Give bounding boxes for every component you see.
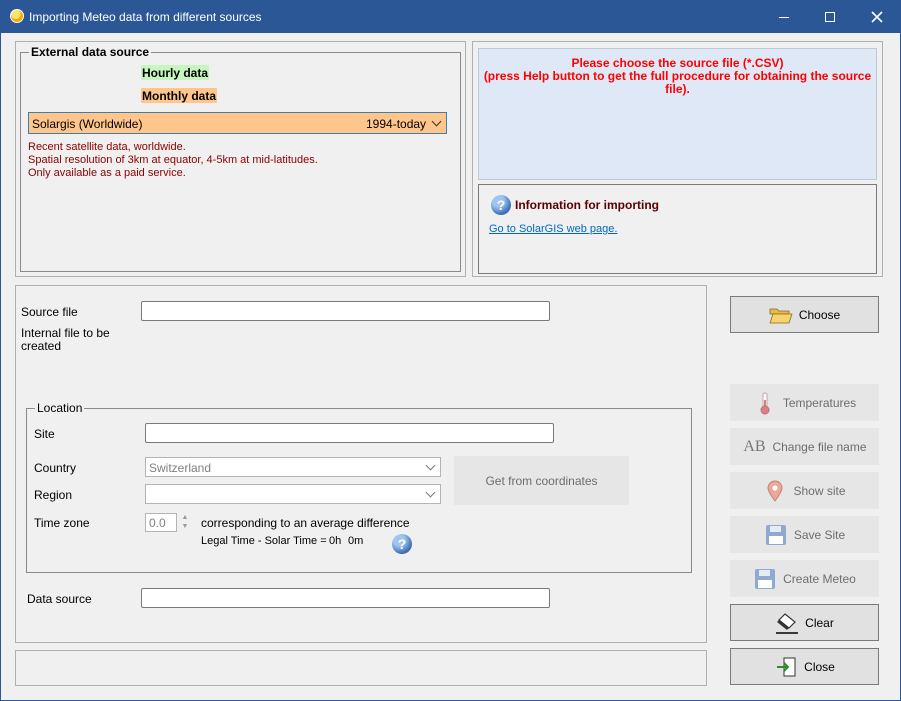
floppy-disk-icon bbox=[753, 567, 777, 591]
timezone-help-icon[interactable]: ? bbox=[392, 534, 412, 554]
exit-door-icon bbox=[774, 655, 798, 679]
timezone-input[interactable]: 0.0 bbox=[145, 513, 177, 532]
timezone-stepper[interactable]: ▲ ▼ bbox=[180, 513, 190, 532]
window-title: Importing Meteo data from different sour… bbox=[29, 10, 262, 24]
source-file-field[interactable] bbox=[141, 301, 550, 321]
legal-time-minutes: 0m bbox=[348, 535, 364, 547]
minimize-icon bbox=[779, 16, 789, 18]
info-message-line-3: file). bbox=[665, 82, 690, 96]
monthly-data-label[interactable]: Monthly data bbox=[141, 88, 217, 103]
source-select-period: 1994-today bbox=[366, 117, 427, 131]
site-label: Site bbox=[34, 427, 55, 441]
map-pin-icon bbox=[763, 479, 787, 503]
create-meteo-button[interactable]: Create Meteo bbox=[730, 560, 879, 597]
internal-file-label-2: created bbox=[21, 339, 62, 353]
stepper-up-icon[interactable]: ▲ bbox=[180, 513, 190, 522]
legal-time-label: Legal Time - Solar Time = bbox=[201, 535, 327, 547]
choose-button[interactable]: Choose bbox=[730, 296, 879, 333]
create-meteo-label: Create Meteo bbox=[783, 571, 856, 586]
region-select[interactable] bbox=[145, 484, 441, 504]
close-icon bbox=[871, 11, 883, 23]
close-button-label: Close bbox=[804, 659, 835, 674]
temperatures-button-label: Temperatures bbox=[782, 395, 857, 410]
save-site-label: Save Site bbox=[793, 527, 846, 542]
source-description-line-2: Spatial resolution of 3km at equator, 4-… bbox=[28, 154, 318, 166]
info-importing-title: Information for importing bbox=[515, 198, 659, 212]
site-field[interactable] bbox=[145, 423, 554, 443]
status-bar bbox=[15, 650, 707, 686]
country-label: Country bbox=[34, 461, 77, 475]
show-site-label: Show site bbox=[793, 483, 846, 498]
maximize-icon bbox=[825, 12, 835, 22]
clear-button[interactable]: Clear bbox=[730, 604, 879, 641]
timezone-label: Time zone bbox=[34, 516, 90, 530]
solargis-link[interactable]: Go to SolarGIS web page. bbox=[489, 223, 617, 235]
data-source-label: Data source bbox=[27, 592, 92, 606]
show-site-button[interactable]: Show site bbox=[730, 472, 879, 509]
legal-time-hours: 0h bbox=[329, 535, 342, 547]
eraser-icon bbox=[775, 611, 799, 635]
text-ab-glyph: AB bbox=[743, 437, 766, 455]
folder-open-icon bbox=[769, 303, 793, 327]
country-select-value: Switzerland bbox=[149, 461, 212, 475]
external-source-legend: External data source bbox=[31, 45, 150, 59]
help-icon[interactable]: ? bbox=[491, 195, 511, 215]
source-description-line-1: Recent satellite data, worldwide. bbox=[28, 141, 186, 153]
location-legend: Location bbox=[37, 401, 83, 415]
clear-button-label: Clear bbox=[805, 615, 834, 630]
import-meteo-window: Importing Meteo data from different sour… bbox=[0, 0, 901, 701]
info-message-box: Please choose the source file (*.CSV) (p… bbox=[478, 48, 877, 180]
avg-difference-text: corresponding to an average difference bbox=[201, 516, 410, 530]
internal-file-label: Internal file to be bbox=[21, 326, 110, 340]
floppy-disk-icon bbox=[764, 523, 788, 547]
temperatures-button[interactable]: Temperatures bbox=[730, 384, 879, 421]
change-file-name-button[interactable]: AB Change file name bbox=[730, 428, 879, 465]
source-file-label: Source file bbox=[21, 305, 78, 319]
change-file-name-label: Change file name bbox=[772, 439, 867, 454]
get-from-coordinates-button[interactable]: Get from coordinates bbox=[454, 456, 629, 505]
close-button[interactable]: Close bbox=[730, 648, 879, 685]
stepper-down-icon[interactable]: ▼ bbox=[180, 522, 190, 531]
data-source-field[interactable] bbox=[141, 588, 550, 608]
source-select-value: Solargis (Worldwide) bbox=[32, 117, 143, 131]
source-description-line-3: Only available as a paid service. bbox=[28, 167, 186, 179]
hourly-data-label[interactable]: Hourly data bbox=[141, 65, 210, 80]
title-bar: Importing Meteo data from different sour… bbox=[1, 1, 900, 33]
app-sun-icon bbox=[10, 9, 24, 23]
choose-button-label: Choose bbox=[798, 307, 841, 322]
minimize-button[interactable] bbox=[761, 1, 807, 33]
country-select[interactable]: Switzerland bbox=[145, 457, 441, 477]
chevron-down-icon[interactable] bbox=[422, 459, 438, 475]
text-ab-icon: AB bbox=[742, 435, 766, 459]
region-label: Region bbox=[34, 488, 73, 502]
source-select[interactable]: Solargis (Worldwide) 1994-today bbox=[28, 112, 447, 134]
thermometer-icon bbox=[753, 391, 777, 415]
chevron-down-icon[interactable] bbox=[426, 113, 446, 133]
save-site-button[interactable]: Save Site bbox=[730, 516, 879, 553]
maximize-button[interactable] bbox=[807, 1, 853, 33]
chevron-down-icon[interactable] bbox=[422, 486, 438, 502]
info-importing-box: ? Information for importing Go to SolarG… bbox=[478, 184, 877, 274]
close-window-button[interactable] bbox=[854, 1, 900, 33]
